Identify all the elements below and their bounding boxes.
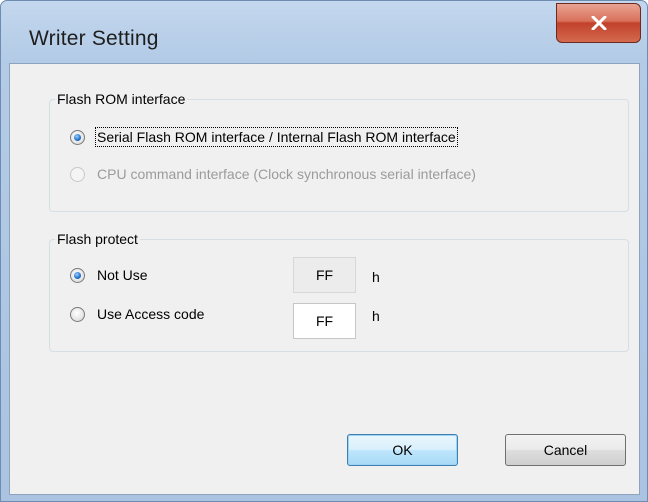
access-code-input[interactable]: FF <box>293 303 356 339</box>
not-use-label[interactable]: Not Use <box>97 267 148 283</box>
cpu-command-interface-label: CPU command interface (Clock synchronous… <box>97 166 476 182</box>
serial-flash-rom-label[interactable]: Serial Flash ROM interface / Internal Fl… <box>95 127 458 147</box>
not-use-unit-label: h <box>372 269 380 285</box>
not-use-radio[interactable] <box>70 268 85 283</box>
use-access-code-radio[interactable] <box>70 307 85 322</box>
cpu-command-interface-radio[interactable] <box>70 167 85 182</box>
flash-rom-interface-label: Flash ROM interface <box>55 91 188 107</box>
flash-protect-label: Flash protect <box>55 231 140 247</box>
dialog-window: Writer Setting Flash ROM interface Seria… <box>0 0 648 502</box>
not-use-value-field: FF <box>293 257 356 293</box>
cancel-button[interactable]: Cancel <box>505 434 626 466</box>
serial-flash-rom-radio[interactable] <box>70 130 85 145</box>
close-button[interactable] <box>556 3 641 43</box>
ok-button[interactable]: OK <box>347 434 458 466</box>
close-icon <box>591 16 607 30</box>
use-access-code-label[interactable]: Use Access code <box>97 306 204 322</box>
window-title: Writer Setting <box>29 27 159 50</box>
access-code-unit-label: h <box>372 308 380 324</box>
dialog-client-area: Flash ROM interface Serial Flash ROM int… <box>9 63 640 495</box>
flash-rom-interface-group: Flash ROM interface Serial Flash ROM int… <box>49 91 629 212</box>
flash-protect-group: Flash protect Not Use FF h Use Access co… <box>49 231 629 352</box>
